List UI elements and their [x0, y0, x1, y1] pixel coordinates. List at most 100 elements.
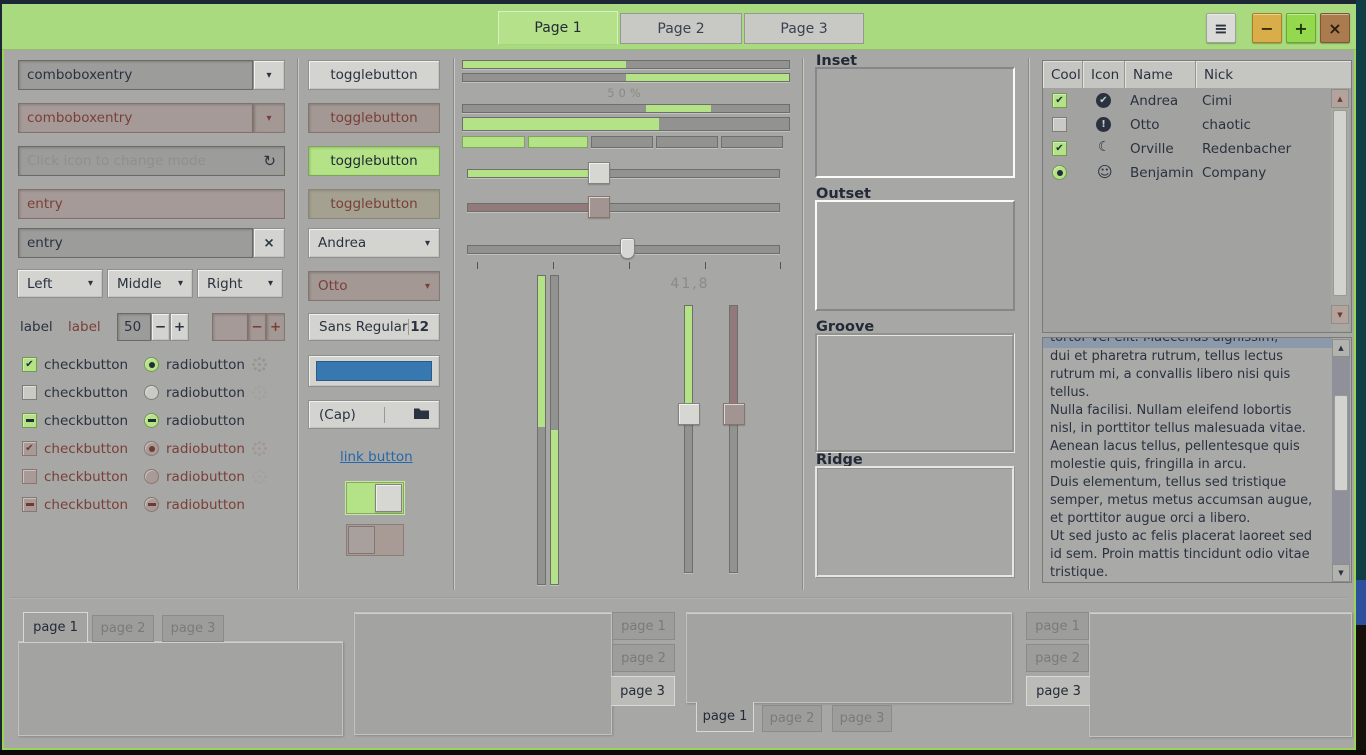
notebook-right-tab-page2[interactable]: page 2 [612, 644, 675, 672]
combobox-middle[interactable]: Middle▾ [107, 269, 193, 298]
combobox-left[interactable]: Left ▾ [17, 269, 103, 298]
combobox-right[interactable]: Right▾ [197, 269, 283, 298]
tree-cell-nick[interactable]: Company [1202, 165, 1266, 181]
radio-label: radiobutton [166, 497, 245, 513]
radio-checked[interactable] [144, 357, 159, 372]
checkbox-checked[interactable]: ✔ [22, 357, 37, 372]
hscale-track[interactable] [467, 169, 780, 178]
tree-cell-nick[interactable]: Cimi [1202, 93, 1232, 109]
notebook-top-tab-page1[interactable]: page 1 [23, 612, 88, 642]
header-tab-page3[interactable]: Page 3 [744, 13, 864, 44]
font-button[interactable]: Sans Regular 12 [308, 313, 440, 341]
frame-outset [815, 200, 1015, 311]
togglebutton-active[interactable]: togglebutton [308, 146, 440, 176]
moon-icon: ☾ [1098, 139, 1111, 155]
tree-cell-name[interactable]: Otto [1130, 117, 1159, 133]
plus-icon: + [270, 319, 281, 335]
header-tab-page2[interactable]: Page 2 [620, 13, 742, 44]
vscale-slider[interactable] [678, 403, 700, 425]
radio-label[interactable]: radiobutton [166, 413, 245, 429]
checkbox-mixed[interactable] [22, 413, 37, 428]
color-button[interactable] [308, 355, 440, 387]
switch-on[interactable] [346, 482, 404, 514]
textview-scroll-up-button[interactable]: ▲ [1332, 339, 1350, 357]
header-tab-page1[interactable]: Page 1 [498, 11, 618, 45]
textview-scrollbar-thumb[interactable] [1334, 395, 1348, 491]
comboboxentry-dropdown-button[interactable]: ▾ [253, 60, 285, 90]
combobox-value: Left [27, 276, 52, 292]
vertical-progressbar-inverted [550, 275, 559, 585]
tree-radio-checked[interactable] [1052, 165, 1067, 180]
comboboxentry-input[interactable]: comboboxentry [18, 60, 253, 90]
tree-scroll-up-button[interactable]: ▲ [1331, 89, 1349, 108]
checkbox-label[interactable]: checkbutton [44, 413, 128, 429]
maximize-button[interactable]: + [1286, 13, 1316, 43]
menu-button[interactable]: ≡ [1206, 13, 1236, 43]
vscale-value-label: 41,8 [655, 276, 725, 292]
notebook-left-tab-page1[interactable]: page 1 [1026, 612, 1089, 640]
desktop-right-window-sliver [1356, 580, 1366, 625]
togglebutton[interactable]: togglebutton [308, 60, 440, 90]
notebook-bottom-tab-page2[interactable]: page 2 [762, 705, 822, 732]
file-chooser-button[interactable]: (Cap) [308, 400, 440, 429]
togglebutton-label: togglebutton [330, 67, 417, 83]
scale-mark [553, 262, 554, 269]
chevron-down-icon: ▾ [266, 70, 271, 81]
entry[interactable]: entry [18, 228, 253, 258]
tree-column-header-nick[interactable]: Nick [1196, 61, 1351, 88]
checkbox-unchecked[interactable] [22, 385, 37, 400]
close-button[interactable]: × [1320, 13, 1350, 43]
chevron-down-icon: ▾ [88, 278, 93, 289]
spinbutton-value[interactable]: 50 [117, 313, 151, 341]
radio-label[interactable]: radiobutton [166, 357, 245, 373]
tree-checkbox-checked[interactable]: ✔ [1052, 141, 1067, 156]
tree-cell-nick[interactable]: Redenbacher [1202, 141, 1291, 157]
chevron-down-icon: ▾ [425, 281, 430, 292]
radio-unchecked[interactable] [144, 385, 159, 400]
combobox-value: Andrea [318, 235, 366, 251]
tree-cell-name[interactable]: Andrea [1130, 93, 1178, 109]
notebook-left-tab-page3[interactable]: page 3 [1026, 676, 1090, 706]
togglebutton-active-disabled: togglebutton [308, 189, 440, 219]
entry-clear-button[interactable]: × [253, 228, 285, 258]
tree-cell-nick[interactable]: chaotic [1202, 117, 1251, 133]
tree-column-header-name[interactable]: Name [1125, 61, 1196, 88]
tree-cell-name[interactable]: Benjamin [1130, 165, 1194, 181]
check-circle-icon: ✔ [1096, 93, 1111, 108]
tree-checkbox-unchecked[interactable] [1052, 117, 1067, 132]
mode-entry[interactable]: Click icon to change mode↻ [18, 146, 285, 176]
desktop-right-dark-sliver [1356, 625, 1366, 755]
comboboxentry-value: comboboxentry [27, 67, 132, 83]
textview-scroll-down-button[interactable]: ▼ [1332, 564, 1350, 582]
notebook-top-tab-page3[interactable]: page 3 [162, 615, 224, 642]
tree-checkbox-checked[interactable]: ✔ [1052, 93, 1067, 108]
minimize-button[interactable]: − [1252, 13, 1282, 43]
tree-scrollbar-thumb[interactable] [1333, 110, 1347, 296]
link-button[interactable]: link button [340, 449, 413, 465]
spin-disabled-plus-button: + [266, 313, 285, 341]
tree-cell-name[interactable]: Orville [1130, 141, 1174, 157]
hscale-slider[interactable] [588, 162, 610, 184]
radio-label[interactable]: radiobutton [166, 385, 245, 401]
notebook-bottom-tab-page3[interactable]: page 3 [832, 705, 892, 732]
checkbox-label[interactable]: checkbutton [44, 357, 128, 373]
tree-column-header-cool[interactable]: Cool [1043, 61, 1083, 88]
notebook-right-tab-page3[interactable]: page 3 [611, 676, 675, 706]
radio-mixed[interactable] [144, 413, 159, 428]
notebook-right-tab-page1[interactable]: page 1 [612, 612, 675, 640]
combobox-name[interactable]: Andrea▾ [308, 228, 440, 258]
notebook-bottom-tab-page1[interactable]: page 1 [696, 702, 754, 732]
spin-plus-button[interactable]: + [170, 313, 189, 341]
notebook-top-tab-page2[interactable]: page 2 [92, 615, 154, 642]
vertical-progressbar [537, 275, 546, 585]
vscale-track[interactable] [684, 305, 693, 573]
notebook-left-tab-page2[interactable]: page 2 [1026, 644, 1089, 672]
face-icon: ☺ [1097, 163, 1113, 181]
hscale-marks-slider[interactable] [620, 238, 635, 259]
tree-scroll-down-button[interactable]: ▼ [1331, 305, 1349, 324]
tree-column-header-icon[interactable]: Icon [1083, 61, 1125, 88]
checkbox-label[interactable]: checkbutton [44, 385, 128, 401]
refresh-icon[interactable]: ↻ [263, 152, 276, 170]
spin-minus-button[interactable]: − [151, 313, 170, 341]
textview[interactable]: tortor vel elit. Maecenas dignissim, dui… [1042, 337, 1352, 583]
